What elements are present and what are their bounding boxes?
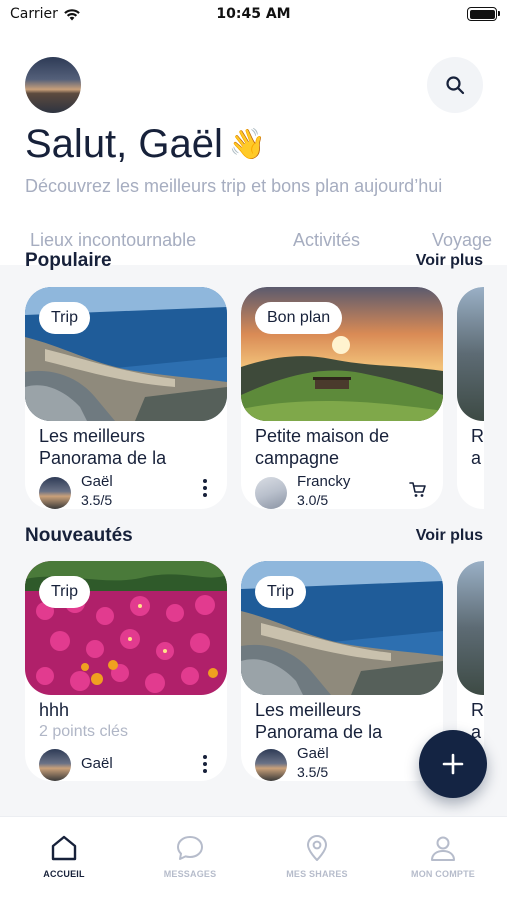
cart-icon[interactable] [409,481,427,499]
author-name: Gaël [297,745,329,762]
partial-card-photo [457,287,484,421]
card-title: Les meilleurs Panorama de la [255,700,383,742]
rating: 3.5/5 [297,764,329,780]
rating: 3.0/5 [297,492,329,508]
card-badge: Trip [39,302,90,334]
map-pin-icon [307,835,327,861]
new-card-2[interactable]: Trip Les meilleurs Panorama de la Gaël 3… [241,561,443,781]
tab-lieux-incontournable[interactable]: Lieux incontournable [30,230,196,251]
card-title: R a [471,426,484,468]
card-badge: Bon plan [255,302,343,334]
profile-avatar[interactable] [25,57,81,113]
status-bar: Carrier 10:45 AM [0,0,507,30]
new-card-1[interactable]: Trip hhh 2 points clés Gaël [25,561,227,781]
card-badge: Trip [39,576,90,608]
tab-messages[interactable]: MESSAGES [130,833,250,879]
card-subtitle: 2 points clés [39,723,128,740]
tab-label: MON COMPTE [411,869,475,879]
home-icon [51,835,77,861]
partial-card-photo [457,561,484,695]
author-avatar [255,477,287,509]
chat-bubble-icon [177,836,203,860]
flowers-photo: Trip [25,561,227,695]
author-avatar [255,749,287,781]
tab-label: ACCUEIL [43,869,85,879]
subtitle: Découvrez les meilleurs trip et bons pla… [25,176,443,196]
user-icon [431,836,455,861]
add-button[interactable] [419,730,487,798]
author-avatar [39,477,71,509]
author-name: Gaël [81,755,113,772]
waving-hand-icon: 👋 [228,128,267,161]
popular-card-1[interactable]: Trip Les meilleurs Panorama de la Gaël 3… [25,287,227,509]
card-title: Les meilleurs Panorama de la [39,426,167,468]
coastal-city-photo: Trip [241,561,443,695]
card-badge: Trip [255,576,306,608]
tab-mon-compte[interactable]: MON COMPTE [383,833,503,879]
battery-icon [467,7,500,21]
popular-card-partial[interactable]: R a [457,287,484,509]
tab-activites[interactable]: Activités [293,230,360,251]
greeting-text: Salut, Gaël [25,122,223,166]
rating: 3.5/5 [81,492,113,508]
author-avatar [39,749,71,781]
greeting-heading: Salut, Gaël 👋 [25,122,266,167]
card-title: Petite maison de campagne [255,426,390,468]
see-more-new-link[interactable]: Voir plus [416,527,483,545]
popular-card-2[interactable]: Bon plan Petite maison de campagne Franc… [241,287,443,509]
more-vertical-icon[interactable] [201,755,209,777]
search-icon [446,76,465,95]
tab-accueil[interactable]: ACCUEIL [4,833,124,879]
plus-icon [442,753,464,775]
sunset-hill-photo: Bon plan [241,287,443,421]
author-name: Francky [297,473,351,490]
section-title-popular: Populaire [25,250,112,271]
tab-voyage[interactable]: Voyage [432,230,492,251]
clock: 10:45 AM [216,6,291,22]
bottom-tab-bar: ACCUEIL MESSAGES MES SHARES MON COMPTE [0,816,507,900]
header: Salut, Gaël 👋 Découvrez les meilleurs tr… [0,30,507,265]
coastal-city-photo: Trip [25,287,227,421]
more-vertical-icon[interactable] [201,479,209,501]
tab-label: MESSAGES [163,869,217,879]
author-name: Gaël [81,473,113,490]
tab-label: MES SHARES [286,869,348,879]
tab-mes-shares[interactable]: MES SHARES [257,833,377,879]
see-more-popular-link[interactable]: Voir plus [416,252,483,270]
section-title-new: Nouveautés [25,525,133,546]
search-button[interactable] [427,57,483,113]
